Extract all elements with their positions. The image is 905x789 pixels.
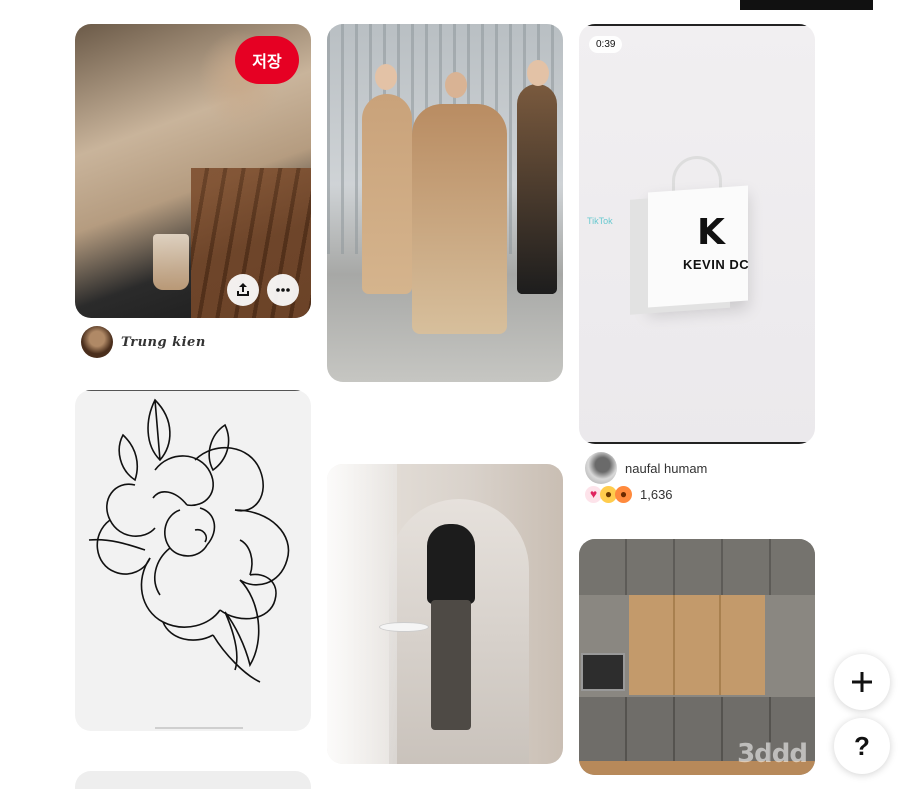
tiktok-watermark: TikTok bbox=[587, 216, 613, 226]
help-button[interactable]: ? bbox=[834, 718, 890, 774]
share-button[interactable] bbox=[227, 274, 259, 306]
creator-name[interactable]: Trung kien bbox=[121, 335, 206, 350]
shock-icon: ● bbox=[615, 486, 632, 503]
pin-image-head bbox=[527, 60, 549, 86]
pin-attribution[interactable]: naufal humam bbox=[585, 452, 707, 484]
pin-partial[interactable] bbox=[75, 771, 311, 789]
brand-logo-icon: K bbox=[697, 212, 725, 253]
pin-man-beige-blazer[interactable]: 저장 bbox=[75, 24, 311, 318]
pin-woman-arch-mirror[interactable] bbox=[327, 464, 563, 764]
pin-image bbox=[75, 771, 311, 789]
pin-image-head bbox=[375, 64, 397, 90]
pin-image-table bbox=[379, 622, 429, 632]
more-icon bbox=[276, 288, 290, 292]
video-duration-badge: 0:39 bbox=[589, 36, 623, 53]
peony-drawing-image bbox=[88, 398, 290, 683]
plus-icon bbox=[852, 672, 872, 692]
bag-brand-text: KEVIN DC bbox=[683, 257, 750, 272]
pin-image-cup bbox=[153, 234, 189, 290]
pin-image-figure bbox=[412, 104, 507, 334]
pin-image-curtain bbox=[327, 464, 397, 764]
avatar[interactable] bbox=[81, 326, 113, 358]
pin-women-walking[interactable] bbox=[327, 24, 563, 382]
pin-kitchen[interactable]: 3ddd bbox=[579, 539, 815, 775]
avatar[interactable] bbox=[585, 452, 617, 484]
pin-image-head bbox=[445, 72, 467, 98]
reaction-count: 1,636 bbox=[640, 487, 673, 502]
creator-name[interactable]: naufal humam bbox=[625, 461, 707, 476]
pin-image-person bbox=[427, 524, 475, 604]
create-button[interactable] bbox=[834, 654, 890, 710]
image-watermark: 3ddd bbox=[737, 739, 808, 769]
pin-flower-drawing[interactable] bbox=[75, 390, 311, 731]
save-button[interactable]: 저장 bbox=[235, 36, 299, 84]
pin-image-person-legs bbox=[431, 600, 471, 730]
pin-image-figure bbox=[362, 94, 412, 294]
pin-border bbox=[579, 24, 815, 26]
reaction-summary[interactable]: ♥ ● ● 1,636 bbox=[585, 486, 673, 503]
share-icon bbox=[237, 283, 249, 296]
pin-image-wood-panel bbox=[629, 595, 765, 695]
top-bar-edge bbox=[740, 0, 873, 10]
pin-attribution[interactable]: Trung kien bbox=[81, 326, 206, 358]
pin-border bbox=[579, 442, 815, 444]
pin-image-figure bbox=[517, 84, 557, 294]
pin-image-upper-cabinets bbox=[579, 539, 815, 595]
more-options-button[interactable] bbox=[267, 274, 299, 306]
pin-video-kevin-dc[interactable]: 0:39 TikTok K KEVIN DC bbox=[579, 24, 815, 444]
pin-image-oven bbox=[581, 653, 625, 691]
scroll-indicator bbox=[155, 727, 243, 729]
